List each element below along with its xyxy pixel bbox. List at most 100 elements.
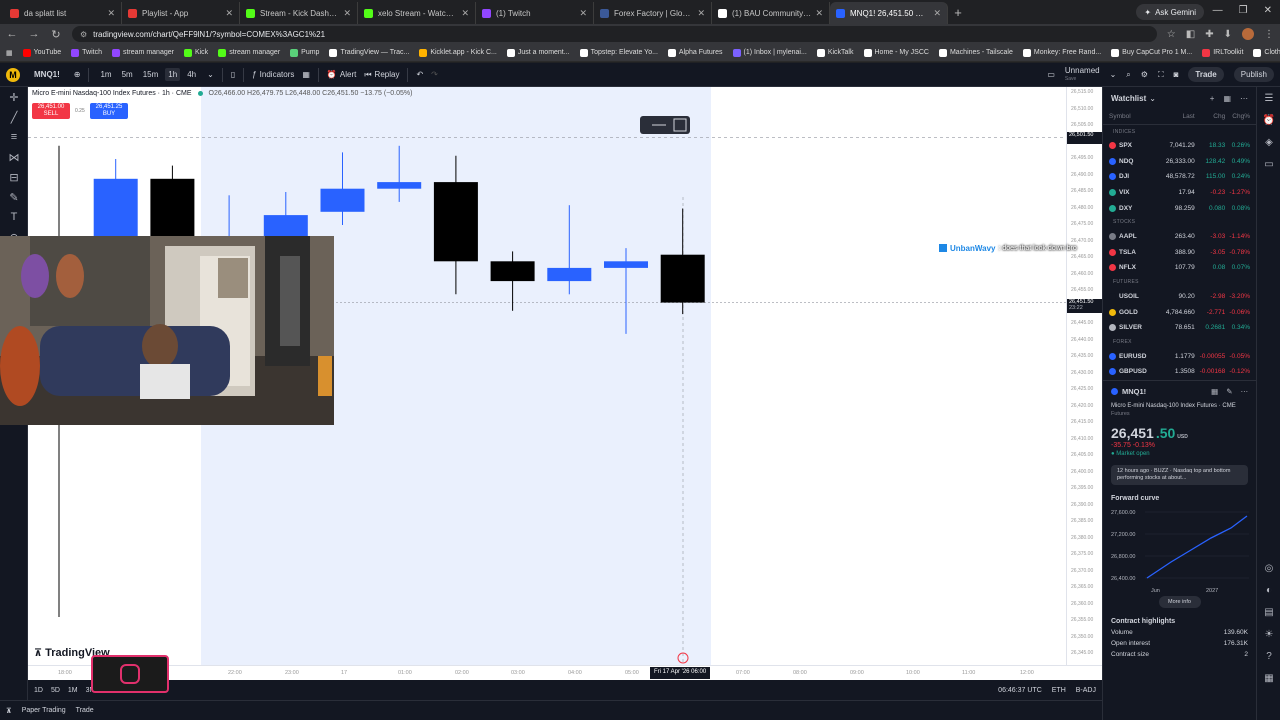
brush-icon[interactable]: ✎	[0, 187, 28, 207]
tab-close-icon[interactable]: ✕	[461, 8, 469, 19]
tab-close-icon[interactable]: ✕	[815, 8, 823, 19]
more-icon[interactable]: ⋯	[1241, 387, 1249, 396]
watchlist-row[interactable]: USOIL 90.20 -2.98 -3.20%	[1103, 289, 1256, 305]
chevron-down-icon[interactable]: ⌄	[1149, 94, 1156, 103]
watchlist-row[interactable]: DJI 48,578.72 115.00 0.24%	[1103, 169, 1256, 185]
tab-close-icon[interactable]: ✕	[107, 8, 115, 19]
paper-trading-tab[interactable]: Paper Trading	[22, 707, 66, 714]
watchlist-section-header[interactable]: FOREX	[1103, 336, 1256, 349]
replay-button[interactable]: ⏮ Replay	[364, 70, 399, 80]
layout-name-button[interactable]: Unnamed Save	[1065, 66, 1100, 83]
apps-icon[interactable]: ▦	[6, 49, 13, 57]
watchlist-section-header[interactable]: INDICES	[1103, 125, 1256, 138]
extension-icon[interactable]: ◧	[1186, 29, 1195, 40]
bookmark-item[interactable]: Monkey: Free Rand...	[1022, 48, 1101, 57]
grid-icon[interactable]: ▦	[1211, 387, 1218, 396]
pattern-icon[interactable]: ⋈	[0, 147, 28, 167]
tab-close-icon[interactable]: ✕	[225, 8, 233, 19]
tab-close-icon[interactable]: ✕	[343, 8, 351, 19]
column-header[interactable]: Chg%	[1225, 113, 1250, 120]
column-header[interactable]: Symbol	[1109, 113, 1159, 120]
templates-icon[interactable]: ▦	[302, 70, 310, 79]
bookmark-item[interactable]: Clothing Preview | D...	[1253, 48, 1280, 57]
watchlist-icon[interactable]: ☰	[1257, 87, 1280, 109]
bookmark-item[interactable]: stream manager	[218, 48, 280, 57]
bookmark-item[interactable]: KickTalk	[816, 48, 854, 57]
time-axis[interactable]: Fri 17 Apr '26 06:00 18:00 22:00 23:00 17 01…	[28, 665, 1102, 680]
column-header[interactable]: Chg	[1195, 113, 1225, 120]
new-tab-button[interactable]: +	[948, 2, 968, 24]
bookmark-item[interactable]: Pump	[290, 48, 319, 57]
ideas-icon[interactable]: ☀	[1257, 623, 1280, 645]
extensions-puzzle-icon[interactable]: ✚	[1205, 29, 1213, 40]
timeframe-1h[interactable]: 1h	[165, 68, 181, 81]
watchlist-row[interactable]: TSLA 388.90 -3.05 -0.78%	[1103, 245, 1256, 261]
add-symbol-icon[interactable]: ⊕	[74, 70, 81, 79]
timeframe-1m[interactable]: 1m	[97, 68, 114, 81]
browser-tab[interactable]: MNQ1! 26,451.50 ▼ −0.13% U ✕	[830, 2, 948, 24]
watchlist-row[interactable]: VIX 17.94 -0.23 -1.27%	[1103, 185, 1256, 201]
site-info-icon[interactable]: ⚙	[80, 30, 87, 39]
watchlist-row[interactable]: SILVER 78.651 0.2681 0.34%	[1103, 320, 1256, 336]
range-1D[interactable]: 1D	[34, 687, 43, 694]
watchlist-row[interactable]: DXY 98.259 0.080 0.08%	[1103, 200, 1256, 216]
watchlist-title[interactable]: Watchlist	[1111, 94, 1146, 103]
prediction-icon[interactable]: ⊟	[0, 167, 28, 187]
watchlist-section-header[interactable]: FUTURES	[1103, 276, 1256, 289]
undo-icon[interactable]: ↶	[416, 70, 423, 79]
layout-icon[interactable]: ▭	[1047, 70, 1055, 79]
bookmark-item[interactable]: stream manager	[111, 48, 174, 57]
trendline-icon[interactable]: ╱	[0, 107, 28, 127]
adjustment-toggle[interactable]: B-ADJ	[1076, 687, 1096, 694]
browser-tab[interactable]: Forex Factory | Global markets ✕	[594, 2, 712, 24]
price-axis[interactable]: 26,515.0026,510.0026,505.0026,500.0026,4…	[1066, 87, 1103, 680]
bookmark-item[interactable]: IRLToolkit	[1202, 48, 1243, 57]
settings-icon[interactable]: ⚙	[1141, 70, 1148, 79]
utc-clock[interactable]: 06:46:37 UTC	[998, 687, 1042, 694]
chat-icon[interactable]: ▭	[1257, 153, 1280, 175]
forward-icon[interactable]: →	[28, 28, 40, 40]
bookmark-item[interactable]: Twitch	[71, 48, 102, 57]
back-icon[interactable]: ←	[6, 28, 18, 40]
calendar-icon[interactable]: ▤	[1257, 601, 1280, 623]
layout-grid-icon[interactable]: ▦	[1223, 94, 1231, 103]
watchlist-row[interactable]: EURUSD 1.1779 -0.00055 -0.05%	[1103, 349, 1256, 365]
download-icon[interactable]: ⬇	[1224, 29, 1232, 40]
url-field[interactable]: ⚙ tradingview.com/chart/QeFF9lN1/?symbol…	[72, 26, 1157, 42]
candle-type-icon[interactable]: ▯	[231, 70, 235, 79]
timeframe-4h[interactable]: 4h	[184, 68, 199, 81]
close-icon[interactable]: ✕	[1264, 5, 1272, 16]
watchlist-row[interactable]: NDQ 26,333.00 128.42 0.49%	[1103, 154, 1256, 170]
watchlist-row[interactable]: SPX 7,041.29 18.33 0.26%	[1103, 138, 1256, 154]
bookmark-item[interactable]: Alpha Futures	[667, 48, 723, 57]
browser-tab[interactable]: xelo Stream - Watch Live on Ki ✕	[358, 2, 476, 24]
indicators-button[interactable]: ƒ Indicators	[252, 70, 294, 79]
bookmark-item[interactable]: TradingView — Trac...	[329, 48, 409, 57]
redo-icon[interactable]: ↷	[431, 70, 438, 79]
range-1M[interactable]: 1M	[68, 687, 78, 694]
watchlist-row[interactable]: GOLD 4,784.660 -2.771 -0.06%	[1103, 304, 1256, 320]
user-avatar[interactable]: M	[6, 67, 20, 82]
edit-icon[interactable]: ✎	[1226, 387, 1232, 396]
sell-button[interactable]: 26,451.00 SELL	[32, 103, 70, 119]
reload-icon[interactable]: ↻	[50, 28, 62, 41]
alerts-icon[interactable]: ⏰	[1257, 109, 1280, 131]
alert-button[interactable]: ⏰ Alert	[327, 70, 356, 79]
layout-dropdown-icon[interactable]: ⌄	[1110, 70, 1117, 79]
publish-button[interactable]: Publish	[1233, 67, 1274, 82]
news-item[interactable]: 12 hours ago · BUZZ · Nasdaq top and bot…	[1111, 464, 1248, 485]
browser-tab[interactable]: Stream - Kick Dashboard ✕	[240, 2, 358, 24]
symbol-search[interactable]: MNQ1!	[28, 67, 66, 83]
buy-button[interactable]: 26,451.25 BUY	[90, 103, 128, 119]
browser-tab[interactable]: (1) Twitch ✕	[476, 2, 594, 24]
range-5D[interactable]: 5D	[51, 687, 60, 694]
bookmark-item[interactable]: (1) Inbox | mylenai...	[732, 48, 807, 57]
bookmark-item[interactable]: Machines - Tailscale	[938, 48, 1013, 57]
timeframe-15m[interactable]: 15m	[140, 68, 162, 81]
add-icon[interactable]: +	[1210, 94, 1215, 103]
timeframe-dropdown-icon[interactable]: ⌄	[207, 70, 214, 79]
browser-tab[interactable]: da splatt list ✕	[4, 2, 122, 24]
bookmark-item[interactable]: Home - My JSCC	[863, 48, 929, 57]
fullscreen-icon[interactable]: ⛶	[1158, 70, 1164, 80]
tab-close-icon[interactable]: ✕	[933, 8, 941, 19]
